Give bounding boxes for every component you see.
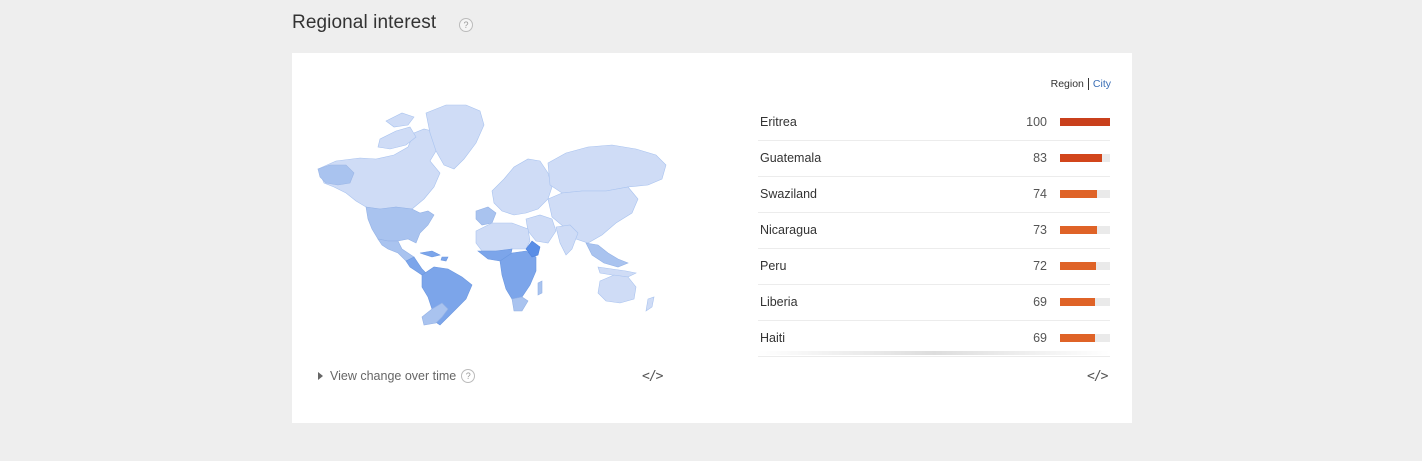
- region-bar-track: [1060, 262, 1110, 270]
- region-name: Liberia: [760, 295, 798, 309]
- map-region-western-europe[interactable]: [475, 206, 497, 226]
- map-region-caribbean[interactable]: [419, 250, 449, 262]
- map-region-greenland[interactable]: [425, 104, 485, 170]
- regional-interest-card: View change over time ? </> Region City …: [292, 53, 1132, 423]
- expand-triangle-icon: [318, 372, 323, 380]
- region-bar-fill: [1060, 118, 1110, 126]
- section-title: Regional interest: [292, 12, 437, 33]
- region-row[interactable]: Eritrea 100: [758, 105, 1110, 141]
- help-icon[interactable]: ?: [461, 369, 476, 383]
- region-list: Eritrea 100 Guatemala 83 Swaziland 74 Nicaragu…: [758, 105, 1110, 357]
- view-change-label: View change over time: [330, 369, 457, 383]
- region-value: 72: [1033, 259, 1047, 273]
- region-toggle[interactable]: Region: [1051, 78, 1089, 90]
- map-region-new-zealand[interactable]: [645, 296, 655, 312]
- region-bar-fill: [1060, 334, 1095, 342]
- region-row[interactable]: Guatemala 83: [758, 141, 1110, 177]
- region-bar-track: [1060, 190, 1110, 198]
- view-change-over-time-link[interactable]: View change over time ?: [318, 369, 476, 383]
- region-name: Peru: [760, 259, 787, 273]
- region-bar-track: [1060, 334, 1110, 342]
- list-scroll-shadow: [758, 351, 1110, 355]
- map-region-central-america[interactable]: [405, 256, 427, 276]
- region-value: 73: [1033, 223, 1047, 237]
- city-toggle[interactable]: City: [1089, 78, 1111, 90]
- map-region-north-africa[interactable]: [475, 222, 531, 252]
- region-name: Guatemala: [760, 151, 822, 165]
- region-value: 74: [1033, 187, 1047, 201]
- region-bar-track: [1060, 154, 1110, 162]
- help-icon[interactable]: ?: [459, 18, 473, 32]
- map-region-southeast-asia[interactable]: [585, 242, 629, 268]
- region-bar-fill: [1060, 226, 1097, 234]
- region-bar-track: [1060, 298, 1110, 306]
- region-name: Haiti: [760, 331, 786, 345]
- region-value: 100: [1026, 115, 1047, 129]
- region-value: 83: [1033, 151, 1047, 165]
- region-city-toggle: Region City: [1051, 78, 1111, 90]
- embed-code-icon[interactable]: </>: [1087, 369, 1109, 384]
- region-bar-fill: [1060, 262, 1096, 270]
- map-region-australia[interactable]: [597, 274, 637, 304]
- region-value: 69: [1033, 331, 1047, 345]
- region-row[interactable]: Liberia 69: [758, 285, 1110, 321]
- region-row[interactable]: Nicaragua 73: [758, 213, 1110, 249]
- map-region-central-africa[interactable]: [499, 250, 537, 300]
- map-region-middle-east[interactable]: [525, 214, 557, 244]
- region-row[interactable]: Peru 72: [758, 249, 1110, 285]
- region-name: Nicaragua: [760, 223, 817, 237]
- map-region-southern-africa[interactable]: [511, 296, 529, 312]
- region-bar-fill: [1060, 298, 1095, 306]
- map-region-russia[interactable]: [547, 144, 667, 194]
- region-name: Eritrea: [760, 115, 797, 129]
- region-name: Swaziland: [760, 187, 817, 201]
- map-region-usa[interactable]: [365, 206, 435, 244]
- world-map[interactable]: [316, 103, 668, 328]
- region-bar-track: [1060, 226, 1110, 234]
- map-region-madagascar[interactable]: [537, 280, 543, 296]
- region-row[interactable]: Swaziland 74: [758, 177, 1110, 213]
- map-region-europe[interactable]: [491, 158, 553, 216]
- embed-code-icon[interactable]: </>: [642, 369, 664, 384]
- region-bar-fill: [1060, 190, 1097, 198]
- region-bar-track: [1060, 118, 1110, 126]
- map-region-india[interactable]: [555, 224, 579, 256]
- region-bar-fill: [1060, 154, 1102, 162]
- region-value: 69: [1033, 295, 1047, 309]
